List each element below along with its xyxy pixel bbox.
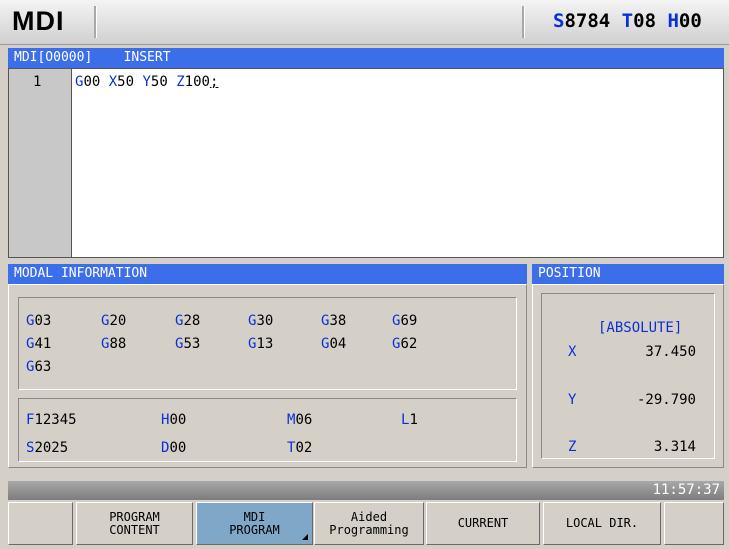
position-panel: [ABSOLUTE] X 37.450 Y -29.790 Z 3.314 [532, 284, 724, 468]
softkey-blank-left[interactable] [8, 502, 73, 545]
softkey-mdi-program[interactable]: MDI PROGRAM [196, 502, 313, 545]
softkey-program-content-label: PROGRAM CONTENT [109, 509, 160, 537]
softkey-aided-programming-label: Aided Programming [329, 509, 409, 537]
top-bar: MDI S8784 T08 H00 [0, 0, 729, 45]
spindle-tool-info: S8784 T08 H00 [553, 10, 702, 32]
l-value: L1 [401, 412, 418, 428]
position-title-bar: POSITION [532, 264, 724, 284]
mode-title: MDI [12, 6, 65, 36]
softkey-current[interactable]: CURRENT [426, 502, 540, 545]
editor-title-bar: MDI[O0000] INSERT [8, 48, 724, 68]
modal-gcode: G69 [392, 313, 418, 329]
code-word: Z100 [176, 74, 210, 90]
title-separator-left [94, 6, 97, 38]
softkey-mdi-program-label: MDI PROGRAM [229, 509, 280, 537]
feed-value: F12345 [26, 412, 77, 428]
line-number: 1 [33, 74, 42, 90]
z-axis-label: Z [568, 439, 577, 455]
modal-gcode: G20 [101, 313, 127, 329]
softkey-current-label: CURRENT [457, 516, 509, 530]
t-value: T02 [287, 440, 313, 456]
status-bar: 11:57:37 [8, 481, 724, 500]
clock: 11:57:37 [652, 482, 720, 498]
m-value: M06 [287, 412, 313, 428]
code-word: ; [209, 74, 219, 90]
modal-gcode: G63 [26, 359, 52, 375]
modal-gcode: G04 [321, 336, 347, 352]
modal-gcode: G88 [101, 336, 127, 352]
editor-title: MDI[O0000] INSERT [14, 50, 171, 65]
softkey-blank-right[interactable] [664, 502, 724, 545]
code-word: Y50 [142, 74, 177, 90]
modal-gcode: G30 [248, 313, 274, 329]
y-axis-label: Y [568, 392, 577, 408]
modal-gcode: G03 [26, 313, 52, 329]
position-title: POSITION [538, 266, 601, 281]
position-inner: [ABSOLUTE] X 37.450 Y -29.790 Z 3.314 [541, 293, 715, 459]
softkey-bar: PROGRAM CONTENT MDI PROGRAM Aided Progra… [8, 502, 724, 546]
modal-gcode: G62 [392, 336, 418, 352]
modal-info-title-bar: MODAL INFORMATION [8, 264, 527, 284]
tool-number: T08 [621, 10, 657, 32]
gcode-modal-box: G03 G20 G28 G30 G38 G69 G41 G88 G53 G13 G04 G62 G63 [18, 297, 517, 390]
z-axis-value: 3.314 [653, 439, 696, 455]
softkey-local-dir-label: LOCAL DIR. [565, 516, 639, 530]
modal-gcode: G53 [175, 336, 201, 352]
coordinate-mode-label: [ABSOLUTE] [598, 320, 683, 336]
modal-gcode: G13 [248, 336, 274, 352]
d-value: D00 [161, 440, 187, 456]
y-axis-value: -29.790 [636, 392, 696, 408]
submenu-triangle-icon [302, 534, 308, 540]
code-word: X50 [108, 74, 143, 90]
modal-gcode: G41 [26, 336, 52, 352]
modal-gcode: G28 [175, 313, 201, 329]
x-axis-label: X [568, 344, 577, 360]
h-offset: H00 [667, 10, 702, 32]
mdi-editor[interactable]: 1 G00 X50 Y50 Z100; [8, 68, 724, 258]
modal-gcode: G38 [321, 313, 347, 329]
title-separator-right [522, 6, 525, 38]
softkey-program-content[interactable]: PROGRAM CONTENT [76, 502, 193, 545]
modal-info-panel: G03 G20 G28 G30 G38 G69 G41 G88 G53 G13 G04 G62 G63 … [8, 284, 527, 468]
fsd-modal-box: F12345 H00 M06 L1 S2025 D00 T02 [18, 398, 517, 462]
softkey-aided-programming[interactable]: Aided Programming [314, 502, 424, 545]
softkey-local-dir[interactable]: LOCAL DIR. [543, 502, 661, 545]
code-line[interactable]: G00 X50 Y50 Z100; [75, 74, 218, 90]
spindle-speed: S8784 [553, 10, 611, 32]
h-value: H00 [161, 412, 187, 428]
code-word: G00 [75, 74, 109, 90]
spindle-value: S2025 [26, 440, 69, 456]
line-number-gutter: 1 [9, 69, 72, 257]
modal-info-title: MODAL INFORMATION [14, 266, 148, 281]
x-axis-value: 37.450 [645, 344, 696, 360]
